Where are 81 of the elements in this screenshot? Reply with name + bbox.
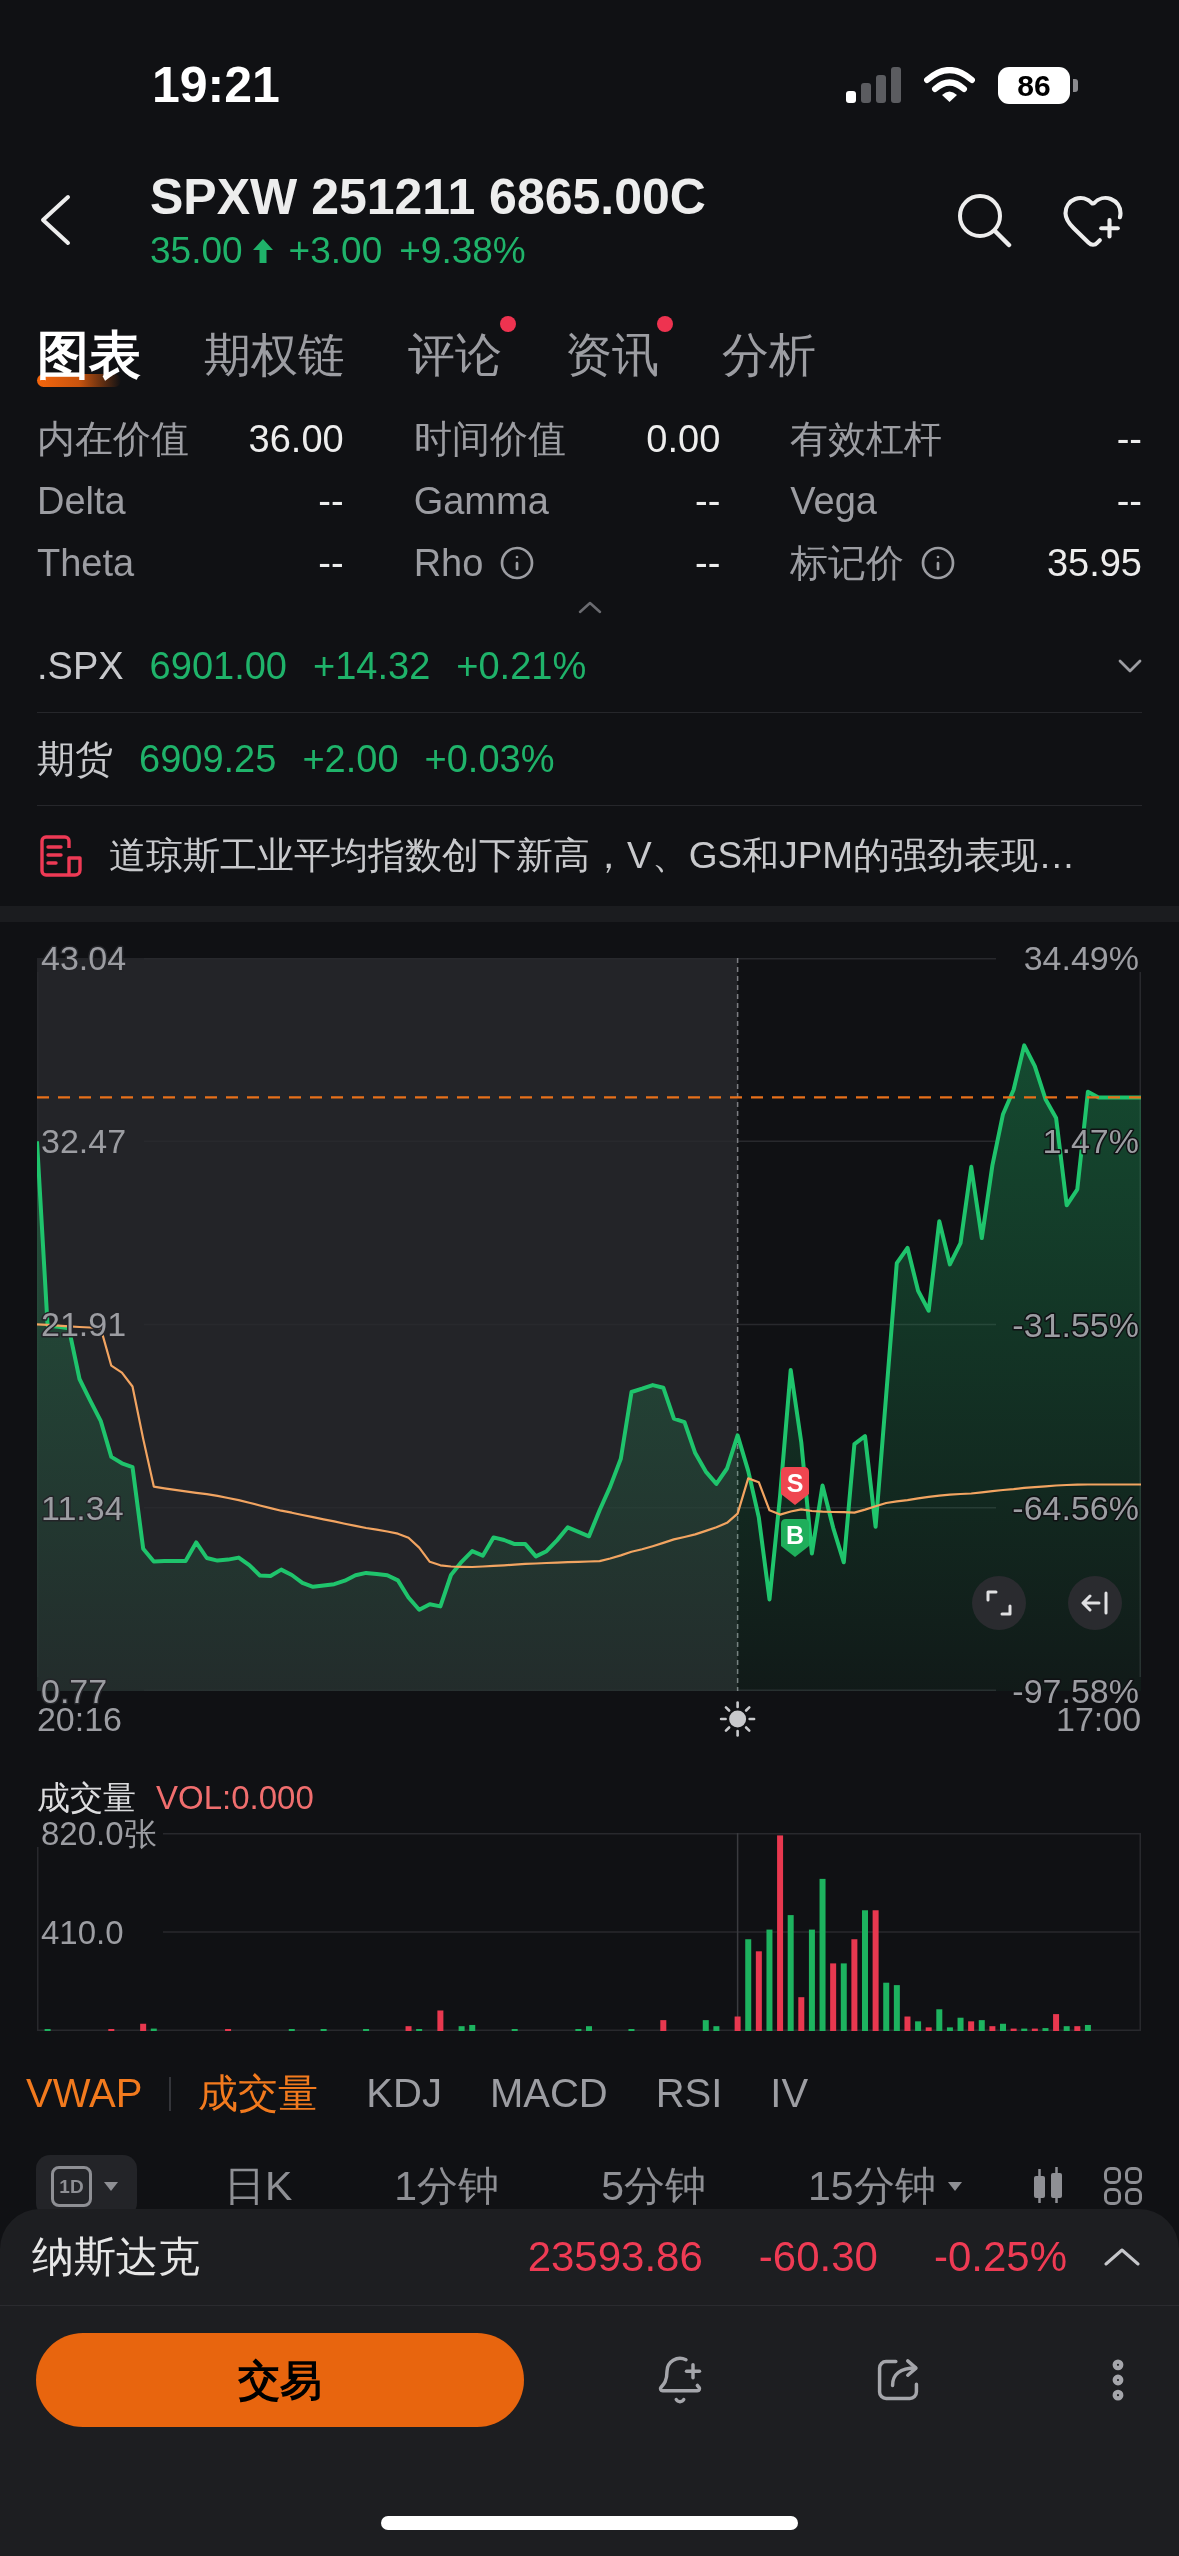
metric-value: -- xyxy=(1116,419,1142,459)
price-change: +3.00 xyxy=(288,229,383,273)
document-icon[interactable] xyxy=(39,834,83,878)
indicator-tab[interactable]: MACD xyxy=(489,2071,608,2115)
quote-price: 6901.00 xyxy=(149,644,287,689)
trade-marker: S xyxy=(781,1467,809,1505)
grid-icon[interactable] xyxy=(1104,2167,1142,2205)
info-icon[interactable] xyxy=(920,545,957,581)
indicator-tab[interactable]: RSI xyxy=(655,2071,723,2115)
period-tab[interactable]: 5分钟 xyxy=(601,2165,706,2207)
last-price: 35.00 xyxy=(150,229,243,273)
indicator-tab[interactable]: 成交量 xyxy=(198,2071,319,2115)
indicator-tab[interactable]: VWAP xyxy=(26,2071,143,2115)
trade-button[interactable]: 交易 xyxy=(36,2333,524,2427)
tab[interactable]: 图表 xyxy=(37,315,157,395)
indicator-tab[interactable]: KDJ xyxy=(366,2071,442,2115)
period-tab[interactable]: 1分钟 xyxy=(394,2165,500,2207)
period-tab[interactable]: 15分钟 xyxy=(808,2165,962,2207)
corner-brackets-icon xyxy=(986,1590,1012,1616)
sun-icon xyxy=(719,1701,756,1737)
back-icon[interactable] xyxy=(39,194,71,246)
search-icon[interactable] xyxy=(956,192,1012,248)
ticker-percent: -0.25% xyxy=(933,2232,1067,2282)
ticker-name: 纳斯达克 xyxy=(32,2232,200,2282)
metric-value: -- xyxy=(695,543,721,583)
metric-value: -- xyxy=(1116,481,1142,521)
info-icon[interactable] xyxy=(499,545,536,581)
tab[interactable]: 分析 xyxy=(722,315,832,395)
metric-label: 内在价值 xyxy=(37,419,189,459)
metric-label: Rho xyxy=(413,543,484,583)
ticker-price: 23593.86 xyxy=(527,2232,703,2282)
status-time: 19:21 xyxy=(152,57,280,113)
metric-value: -- xyxy=(318,543,344,583)
right-axis-label: -64.56% xyxy=(1012,1488,1139,1527)
quote-price: 6909.25 xyxy=(139,737,277,782)
right-axis-label: -31.55% xyxy=(1012,1305,1139,1344)
metric-value: -- xyxy=(695,481,721,521)
metric-label: Vega xyxy=(790,481,877,521)
news-headline[interactable]: 道琼斯工业平均指数创下新高，V、GS和JPM的强劲表现… xyxy=(109,833,1076,879)
wifi-icon xyxy=(924,67,975,103)
quote-name: 期货 xyxy=(37,737,113,782)
tab[interactable]: 资讯 xyxy=(565,315,675,395)
metric-label: Gamma xyxy=(413,481,549,521)
volume-reading: VOL:0.000 xyxy=(156,1781,314,1815)
metric-label: 标记价 xyxy=(790,543,905,583)
volume-title: 成交量 xyxy=(37,1781,136,1815)
trade-marker: B xyxy=(781,1519,809,1557)
annotation: B xyxy=(785,1521,805,1549)
right-axis-label: 34.49% xyxy=(1023,942,1139,977)
chevron-down-icon[interactable] xyxy=(1118,659,1142,673)
metric-label: Theta xyxy=(37,543,135,583)
metric-value: 35.95 xyxy=(1046,543,1142,583)
indicator-tab[interactable]: IV xyxy=(770,2071,809,2115)
caret-down-icon xyxy=(104,2181,118,2191)
quote-percent: +0.03% xyxy=(424,737,555,782)
metric-value: -- xyxy=(318,481,344,521)
y-axis-label: 32.47 xyxy=(41,1122,127,1161)
tab[interactable]: 期权链 xyxy=(204,315,361,395)
quote-percent: +0.21% xyxy=(456,644,587,689)
chevron-up-icon[interactable] xyxy=(1104,2247,1140,2267)
y-axis-label: 410.0 xyxy=(41,1914,124,1951)
y-axis-label: 43.04 xyxy=(41,942,127,977)
signal-icon xyxy=(846,67,901,103)
ticker-change: -60.30 xyxy=(758,2232,878,2282)
tab[interactable]: 评论 xyxy=(408,315,518,395)
period-tab[interactable]: 日K xyxy=(224,2165,293,2207)
candlestick-icon[interactable] xyxy=(1033,2166,1063,2206)
quote-change: +14.32 xyxy=(313,644,431,689)
percent-change: +9.38% xyxy=(399,229,526,273)
metric-value: 0.00 xyxy=(646,419,721,459)
metric-label: 时间价值 xyxy=(413,419,566,459)
metric-label: Delta xyxy=(37,481,126,521)
contract-title: SPXW 251211 6865.00C xyxy=(150,168,706,227)
battery-indicator: 86 xyxy=(998,66,1078,104)
quote-name: .SPX xyxy=(37,644,124,689)
arrow-to-bar-icon xyxy=(1081,1591,1109,1615)
quote-change: +2.00 xyxy=(302,737,399,782)
metric-label: 有效杠杆 xyxy=(790,419,943,459)
y-axis-label: 11.34 xyxy=(41,1488,124,1527)
metric-value: 36.00 xyxy=(248,419,344,459)
annotation: S xyxy=(786,1469,804,1497)
